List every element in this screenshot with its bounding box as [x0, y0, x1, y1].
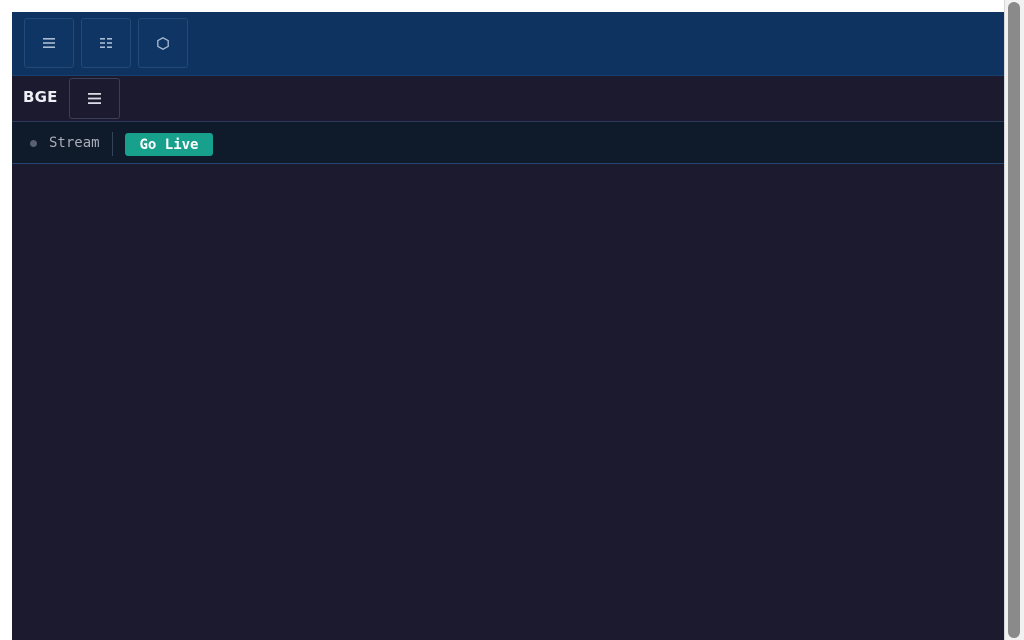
stream-divider — [112, 132, 113, 156]
top-toolbar — [12, 12, 1004, 76]
stream-bar: Stream Go Live — [12, 122, 1004, 164]
grid-view-button[interactable] — [81, 18, 131, 68]
list-view-button[interactable] — [24, 18, 74, 68]
app-window: BGE Stream Go Live — [12, 12, 1004, 640]
main-content-area — [12, 164, 1004, 640]
list-icon — [43, 38, 55, 48]
hexagon-button[interactable] — [138, 18, 188, 68]
grid-icon — [100, 38, 112, 48]
stream-status-indicator — [30, 140, 37, 147]
app-title: BGE — [23, 88, 58, 106]
scrollbar-thumb[interactable] — [1008, 2, 1020, 638]
menu-button[interactable] — [69, 78, 120, 119]
hamburger-menu-icon — [88, 89, 101, 108]
app-header: BGE — [12, 76, 1004, 122]
go-live-button[interactable]: Go Live — [125, 133, 213, 156]
stream-label: Stream — [49, 135, 100, 151]
hexagon-icon — [157, 36, 169, 50]
